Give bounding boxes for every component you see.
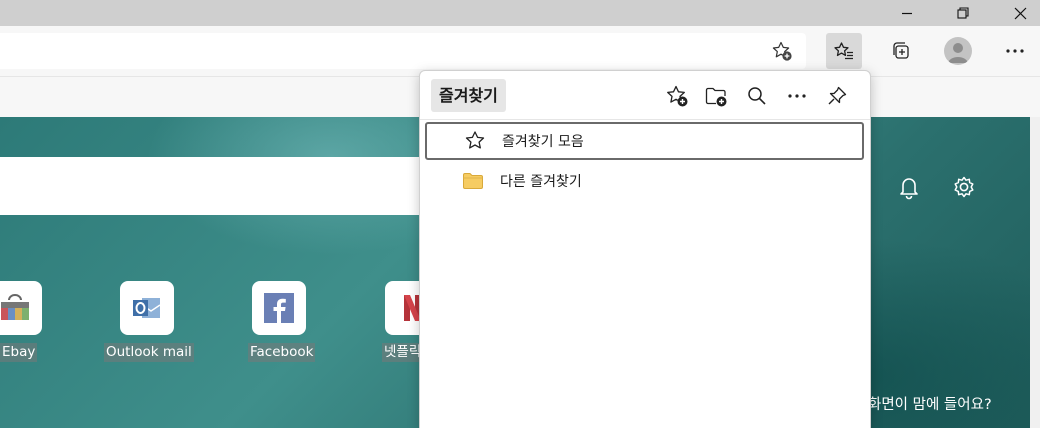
- favorites-flyout: 즐겨찾기 즐겨찾기 모음 다른 즐겨찾기: [419, 70, 871, 428]
- more-icon: [788, 94, 806, 98]
- favorite-item-label: 다른 즐겨찾기: [500, 174, 582, 190]
- address-bar[interactable]: [0, 33, 806, 69]
- quick-link-outlook[interactable]: [120, 281, 174, 335]
- star-add-icon: [667, 85, 688, 107]
- avatar: [944, 37, 972, 65]
- more-options-button[interactable]: [781, 80, 813, 112]
- browser-window: Ebay Outlook mail Facebook 넷플릭 화면이 맘에 들어…: [0, 0, 1040, 428]
- minimize-icon: [902, 12, 912, 15]
- flyout-title: 즐겨찾기: [431, 79, 506, 112]
- favorites-bar-folder[interactable]: 즐겨찾기 모음: [425, 122, 864, 160]
- close-button[interactable]: [997, 0, 1040, 26]
- quick-link-label: Ebay: [0, 343, 38, 362]
- ebay-icon: [1, 294, 29, 320]
- quick-link-ebay[interactable]: [0, 281, 42, 335]
- search-icon: [748, 87, 766, 105]
- page-scrollbar[interactable]: [1030, 117, 1040, 428]
- favorite-item-label: 즐겨찾기 모음: [502, 134, 584, 150]
- collections-button[interactable]: [883, 33, 919, 69]
- close-icon: [1014, 7, 1026, 19]
- profile-button[interactable]: [940, 33, 976, 69]
- background-feedback-prompt[interactable]: 화면이 맘에 들어요?: [868, 393, 992, 414]
- favorites-list-icon: [834, 42, 853, 60]
- title-bar: [0, 0, 1040, 26]
- add-this-page-button[interactable]: [661, 80, 693, 112]
- pin-favorites-button[interactable]: [821, 80, 853, 112]
- more-icon: [1006, 49, 1024, 53]
- favorites-button[interactable]: [826, 33, 862, 69]
- page-settings-button[interactable]: [950, 173, 978, 201]
- star-add-icon: [772, 41, 792, 61]
- browser-toolbar: [0, 26, 1040, 76]
- bell-icon: [900, 178, 918, 200]
- web-search-input[interactable]: [0, 157, 430, 215]
- add-folder-button[interactable]: [700, 80, 732, 112]
- restore-button[interactable]: [940, 0, 986, 26]
- gear-icon: [954, 176, 974, 198]
- facebook-icon: [264, 293, 294, 323]
- quick-link-facebook[interactable]: [252, 281, 306, 335]
- search-favorites-button[interactable]: [741, 80, 773, 112]
- settings-more-button[interactable]: [997, 33, 1033, 69]
- folder-add-icon: [705, 87, 727, 107]
- add-favorite-button[interactable]: [770, 39, 794, 63]
- other-favorites-folder[interactable]: 다른 즐겨찾기: [425, 162, 864, 200]
- quick-link-label: Facebook: [248, 343, 316, 362]
- flyout-divider: [420, 119, 870, 120]
- minimize-button[interactable]: [884, 0, 930, 26]
- pin-icon: [828, 86, 847, 105]
- collections-add-icon: [893, 42, 909, 59]
- restore-icon: [957, 7, 969, 19]
- notifications-button[interactable]: [895, 173, 923, 201]
- star-icon: [463, 129, 487, 153]
- quick-link-label: Outlook mail: [104, 343, 194, 362]
- quick-link-label: 넷플릭: [382, 343, 424, 362]
- folder-icon: [461, 169, 485, 193]
- outlook-icon: [133, 298, 161, 318]
